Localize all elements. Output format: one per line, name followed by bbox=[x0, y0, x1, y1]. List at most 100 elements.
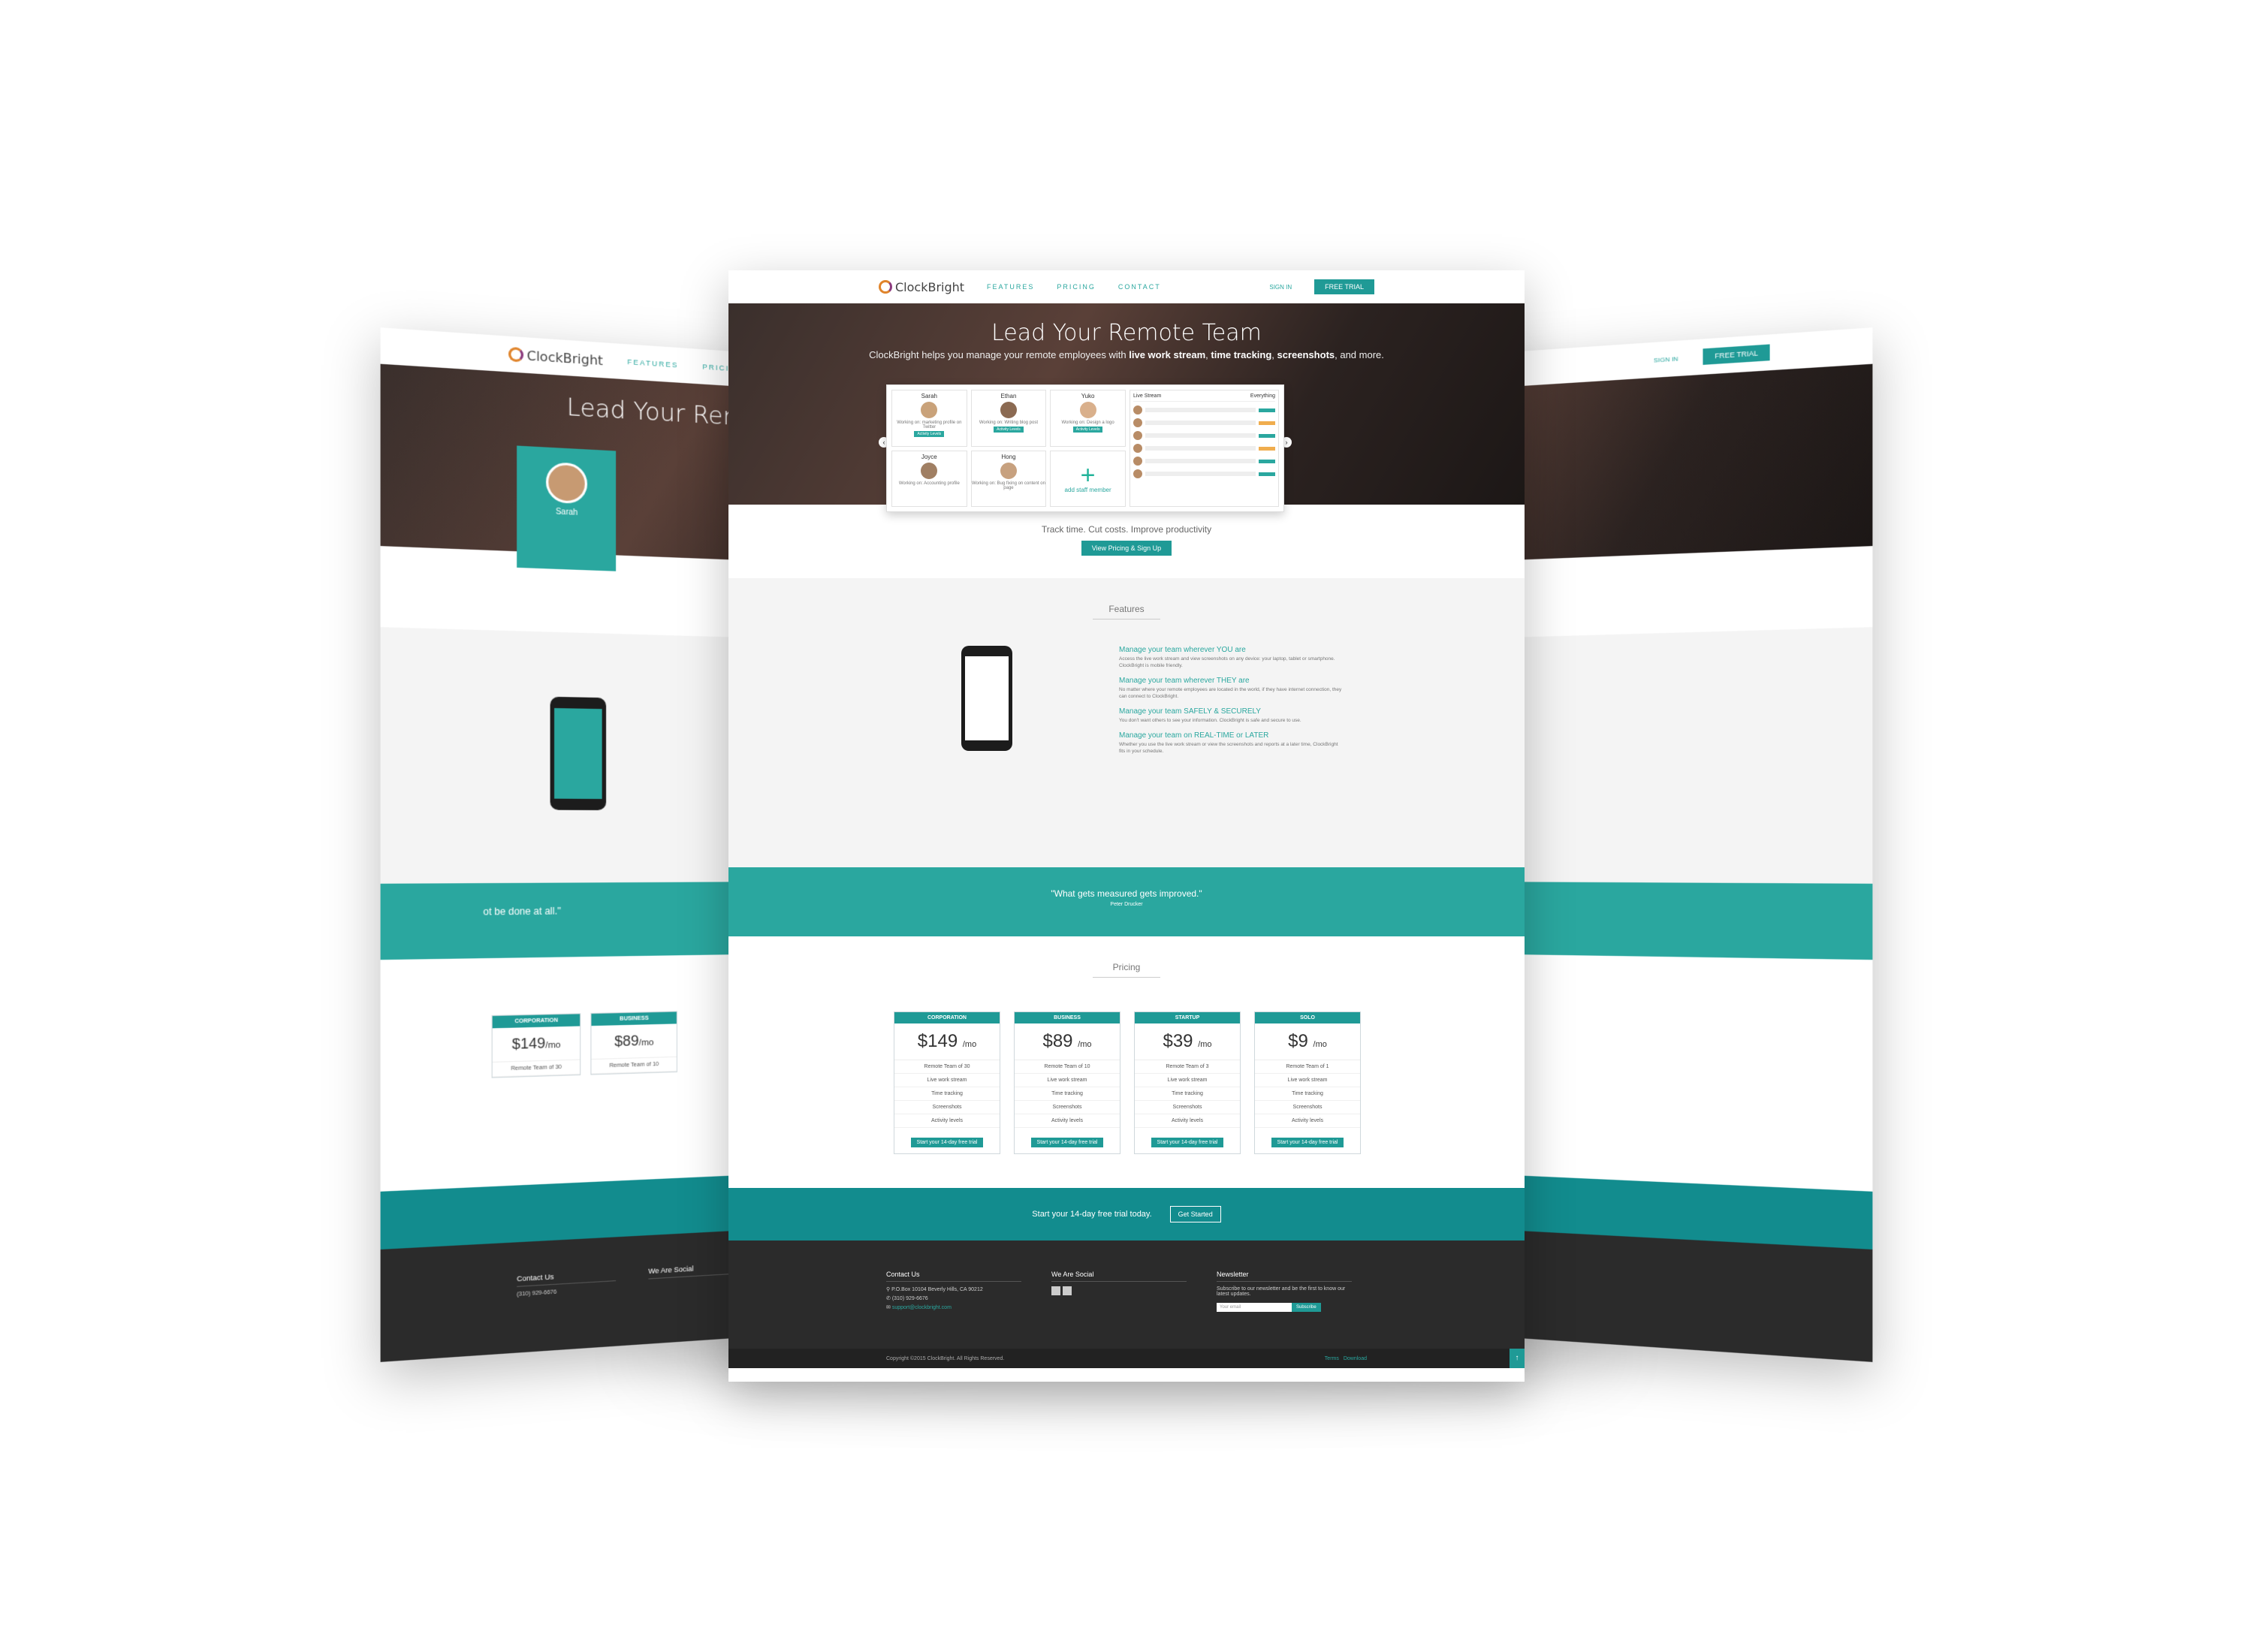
plan-team: Remote Team of 3 bbox=[1135, 1060, 1240, 1074]
activity-tag: Activity Levels bbox=[914, 431, 945, 437]
newsletter-subscribe-button[interactable]: Subscribe bbox=[1292, 1303, 1321, 1312]
logo-icon bbox=[508, 346, 524, 363]
avatar bbox=[1000, 462, 1017, 479]
footer-newsletter: Newsletter Subscribe to our newsletter a… bbox=[1217, 1271, 1352, 1315]
user-card[interactable]: Hong Working on: Bug fixing on content on… bbox=[970, 450, 1047, 507]
nav-signin[interactable]: SIGN IN bbox=[1269, 284, 1292, 291]
pricing-section: Pricing CORPORATION $149 /mo Remote Team… bbox=[728, 936, 1525, 1188]
footer-email-row: ✉ support@clockbright.com bbox=[886, 1304, 1021, 1310]
get-started-button[interactable]: Get Started bbox=[1169, 1206, 1221, 1222]
envelope-icon: ✉ bbox=[886, 1305, 892, 1310]
hero-keyword: screenshots bbox=[1277, 349, 1335, 360]
user-card[interactable]: Sarah Working on: marketing profile on Tw… bbox=[891, 390, 967, 447]
nav-features[interactable]: FEATURES bbox=[987, 283, 1034, 291]
user-card[interactable]: Ethan Working on: Writing blog post Activi… bbox=[970, 390, 1047, 447]
footer: Contact Us ⚲ P.O.Box 10104 Beverly Hills… bbox=[728, 1241, 1525, 1368]
plan-trial-button[interactable]: Start your 14-day free trial bbox=[1271, 1138, 1344, 1147]
terms-link[interactable]: Terms bbox=[1325, 1356, 1339, 1361]
hero-title: Lead Your Remote Team bbox=[991, 320, 1262, 346]
feature-text: No matter where your remote employees ar… bbox=[1119, 687, 1342, 699]
feature-text: Access the live work stream and view scr… bbox=[1119, 656, 1335, 668]
left-nav-features[interactable]: FEATURES bbox=[627, 358, 678, 369]
hero-keyword: time tracking bbox=[1211, 349, 1272, 360]
plan-team: Remote Team of 1 bbox=[1255, 1060, 1360, 1074]
feature-heading: Manage your team on REAL-TIME or LATER bbox=[1119, 731, 1269, 740]
plan-price: $149/mo bbox=[492, 1026, 581, 1063]
stream-row bbox=[1133, 405, 1275, 415]
price-period: /mo bbox=[1078, 1040, 1092, 1049]
avatar bbox=[1133, 418, 1142, 427]
footer-contact-title: Contact Us bbox=[886, 1271, 1021, 1282]
plan-feature: Screenshots bbox=[1135, 1101, 1240, 1114]
plan-footer: Start your 14-day free trial bbox=[1015, 1128, 1120, 1153]
stream-row bbox=[1133, 431, 1275, 440]
footer-contact: Contact Us ⚲ P.O.Box 10104 Beverly Hills… bbox=[886, 1271, 1021, 1313]
features-section: Features Manage your team wherever YOU a… bbox=[728, 578, 1525, 867]
user-card[interactable]: Joyce Working on: Accounting profile bbox=[891, 450, 967, 507]
plan-team: Remote Team of 10 bbox=[591, 1057, 677, 1075]
right-free-trial[interactable]: FREE TRIAL bbox=[1703, 344, 1770, 365]
price-value: $149 bbox=[511, 1035, 546, 1053]
stream-badge bbox=[1259, 408, 1275, 412]
right-signin[interactable]: SIGN IN bbox=[1654, 354, 1678, 363]
price-value: $9 bbox=[1288, 1031, 1308, 1051]
left-profile-card: Sarah bbox=[517, 445, 617, 571]
facebook-icon[interactable] bbox=[1051, 1286, 1060, 1295]
main-logo[interactable]: ClockBright bbox=[879, 280, 964, 294]
plan-trial-button[interactable]: Start your 14-day free trial bbox=[1151, 1138, 1224, 1147]
plan-feature: Screenshots bbox=[894, 1101, 1000, 1114]
left-footer-contact: Contact Us (310) 929-6676 bbox=[517, 1269, 617, 1301]
nav-pricing[interactable]: PRICING bbox=[1057, 283, 1096, 291]
plan-team: Remote Team of 30 bbox=[894, 1060, 1000, 1074]
front-page-mockup: ClockBright FEATURES PRICING CONTACT SIG… bbox=[728, 270, 1525, 1382]
quote-section: "What gets measured gets improved." Pete… bbox=[728, 867, 1525, 936]
main-nav: ClockBright FEATURES PRICING CONTACT SIG… bbox=[728, 270, 1525, 303]
left-plans: CORPORATION $149/mo Remote Team of 30 BUSI… bbox=[491, 1011, 677, 1078]
view-pricing-button[interactable]: View Pricing & Sign Up bbox=[1081, 541, 1172, 556]
newsletter-form: Your email Subscribe bbox=[1217, 1303, 1352, 1312]
left-avatar bbox=[546, 461, 587, 505]
copyright-text: Copyright ©2015 ClockBright. All Rights … bbox=[886, 1355, 1005, 1361]
twitter-icon[interactable] bbox=[1063, 1286, 1072, 1295]
live-stream-filter[interactable]: Everything bbox=[1250, 393, 1275, 399]
plan-price: $149 /mo bbox=[894, 1023, 1000, 1060]
plan-feature: Screenshots bbox=[1255, 1101, 1360, 1114]
plan-trial-button[interactable]: Start your 14-day free trial bbox=[910, 1138, 984, 1147]
stream-badge bbox=[1259, 472, 1275, 476]
user-name: Ethan bbox=[1000, 393, 1017, 399]
hero-subtitle-text: ClockBright helps you manage your remote… bbox=[869, 349, 1126, 360]
download-link[interactable]: Download bbox=[1344, 1356, 1367, 1361]
nav-contact[interactable]: CONTACT bbox=[1118, 283, 1161, 291]
plan-price: $9 /mo bbox=[1255, 1023, 1360, 1060]
plan-name: SOLO bbox=[1255, 1012, 1360, 1023]
nav-free-trial-button[interactable]: FREE TRIAL bbox=[1314, 279, 1374, 294]
trial-bar: Start your 14-day free trial today. Get … bbox=[728, 1188, 1525, 1241]
newsletter-email-input[interactable]: Your email bbox=[1217, 1303, 1292, 1312]
stream-text bbox=[1145, 421, 1256, 425]
plan-feature: Live work stream bbox=[894, 1074, 1000, 1087]
user-card[interactable]: Yuko Working on: Design a logo Activity Le… bbox=[1050, 390, 1126, 447]
stream-text bbox=[1145, 472, 1256, 476]
plan-feature: Time tracking bbox=[894, 1087, 1000, 1101]
add-staff-card[interactable]: + add staff member bbox=[1050, 450, 1126, 507]
footer-phone: (310) 929-6676 bbox=[517, 1289, 557, 1298]
stream-row bbox=[1133, 457, 1275, 466]
avatar bbox=[1133, 431, 1142, 440]
price-period: /mo bbox=[1198, 1040, 1212, 1049]
phone-icon: ✆ bbox=[886, 1296, 892, 1301]
dashboard-preview: Sarah Working on: marketing profile on Tw… bbox=[886, 384, 1284, 512]
price-value: $89 bbox=[1042, 1031, 1073, 1051]
user-status: Working on: marketing profile on Twitter bbox=[897, 421, 962, 430]
left-phone bbox=[550, 696, 607, 811]
footer-newsletter-title: Newsletter bbox=[1217, 1271, 1352, 1282]
plan-footer: Start your 14-day free trial bbox=[1255, 1128, 1360, 1153]
activity-tag: Activity Levels bbox=[994, 427, 1024, 433]
live-stream-header: Live Stream Everything bbox=[1133, 393, 1275, 402]
scroll-top-icon[interactable]: ↑ bbox=[1510, 1349, 1525, 1368]
features-title: Features bbox=[728, 578, 1525, 620]
newsletter-text: Subscribe to our newsletter and be the f… bbox=[1217, 1286, 1346, 1297]
email-link[interactable]: support@clockbright.com bbox=[892, 1305, 952, 1310]
plan-footer: Start your 14-day free trial bbox=[1135, 1128, 1240, 1153]
plan-trial-button[interactable]: Start your 14-day free trial bbox=[1030, 1138, 1104, 1147]
price-value: $149 bbox=[917, 1031, 958, 1051]
